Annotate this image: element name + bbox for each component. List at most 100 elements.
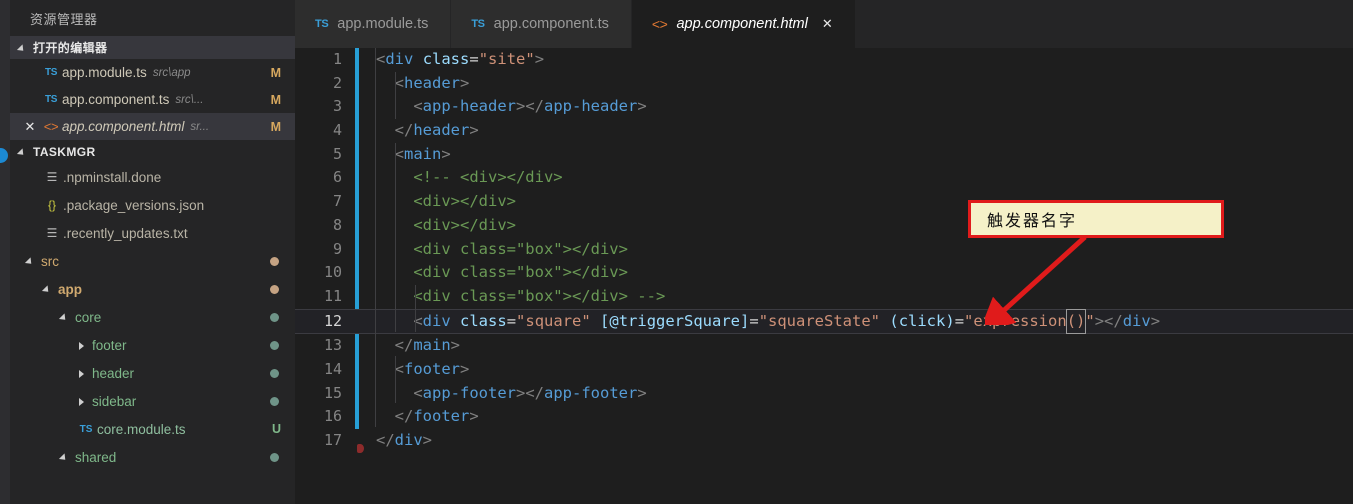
status-dot xyxy=(270,256,279,266)
line-number: 16 xyxy=(323,407,342,426)
status-badge: M xyxy=(270,65,281,80)
code-token: > xyxy=(469,121,479,140)
code-token: [@triggerSquare] xyxy=(600,311,750,330)
chevron-down-icon[interactable] xyxy=(24,254,38,268)
editor-area: TS app.module.ts TS app.component.ts <> app.c… xyxy=(295,0,1353,504)
tree-row[interactable]: TS core.module.ts U xyxy=(10,415,295,443)
code-token: <div class="box"></div> xyxy=(376,239,628,258)
code-line-text: <div class="box"></div> --> xyxy=(366,285,665,309)
indent-guide xyxy=(415,285,416,333)
code-line[interactable]: 10 <div class="box"></div> xyxy=(295,261,1353,285)
code-token: <div></div> xyxy=(376,192,516,211)
code-token: <!-- <div></div> xyxy=(376,168,563,187)
indent-guide xyxy=(395,71,396,120)
tree-row[interactable]: ☰ .recently_updates.txt xyxy=(10,219,295,247)
line-number: 17 xyxy=(323,431,342,449)
close-icon[interactable]: ✕ xyxy=(822,16,833,32)
tree-row[interactable]: ☰ .npminstall.done xyxy=(10,163,295,191)
line-number: 6 xyxy=(332,168,342,187)
chevron-down-icon xyxy=(16,145,30,159)
status-dot xyxy=(270,368,279,378)
open-editor-name: app.component.ts xyxy=(62,92,170,107)
chevron-down-icon[interactable] xyxy=(58,450,72,464)
code-token: header xyxy=(404,73,460,92)
chevron-down-icon[interactable] xyxy=(41,282,55,296)
ts-file-icon: TS xyxy=(45,67,57,78)
open-editor-name: app.component.html xyxy=(62,119,185,134)
code-line[interactable]: 11 <div class="box"></div> --> xyxy=(295,285,1353,309)
code-line-active[interactable]: 12 <div class="square" [@triggerSquare]=… xyxy=(295,308,1353,335)
editor-tab-label: app.module.ts xyxy=(337,16,429,32)
line-number: 11 xyxy=(323,286,342,305)
code-line[interactable]: 1 <div class="site"> xyxy=(295,48,1353,72)
json-file-icon: {} xyxy=(47,198,56,212)
code-line-text: <div class="box"></div> xyxy=(366,261,628,285)
chevron-right-icon[interactable] xyxy=(75,366,89,380)
code-editor[interactable]: 1 <div class="site"> 2 <header> 3 <app-head… xyxy=(295,48,1353,504)
tree-row-label: core.module.ts xyxy=(97,421,186,437)
code-line[interactable]: 2 <header> xyxy=(295,72,1353,96)
code-line[interactable]: 15 <app-footer></app-footer> xyxy=(295,382,1353,406)
code-line[interactable]: 16 </footer> xyxy=(295,405,1353,429)
ts-file-icon: TS xyxy=(79,423,93,435)
code-token: <div></div> xyxy=(376,215,516,234)
code-line[interactable]: 5 <main> xyxy=(295,143,1353,167)
line-number: 3 xyxy=(332,97,342,116)
code-token: < xyxy=(376,383,423,402)
tree-row[interactable]: app xyxy=(10,275,295,303)
explorer-title: 资源管理器 xyxy=(30,11,98,27)
editor-tab-bar: TS app.module.ts TS app.component.ts <> app.c… xyxy=(295,0,1353,48)
line-number: 4 xyxy=(332,121,342,140)
tree-row[interactable]: footer xyxy=(10,331,295,359)
open-editors-label: 打开的编辑器 xyxy=(33,41,108,55)
code-line-text: <div></div> xyxy=(366,214,516,238)
open-editor-row[interactable]: TS app.component.ts src\... M xyxy=(10,86,295,113)
editor-tab[interactable]: TS app.component.ts xyxy=(451,0,632,48)
code-line-text: </footer> xyxy=(366,405,479,429)
code-line[interactable]: 13 </main> xyxy=(295,334,1353,358)
chevron-right-icon[interactable] xyxy=(75,394,89,408)
code-token: > xyxy=(637,383,647,402)
tree-row[interactable]: sidebar xyxy=(10,387,295,415)
code-line-text: <header> xyxy=(366,72,470,96)
open-editor-row[interactable]: ✕ <> app.component.html sr... M xyxy=(10,113,295,140)
tree-row-label: src xyxy=(41,253,59,269)
tree-row[interactable]: core xyxy=(10,303,295,331)
status-dot xyxy=(270,284,279,294)
notification-badge[interactable] xyxy=(0,148,8,163)
text-cursor-selection: () xyxy=(1065,308,1087,335)
tree-row[interactable]: header xyxy=(10,359,295,387)
code-line-text: <div class="site"> xyxy=(366,48,544,72)
code-line-text: <main> xyxy=(366,143,451,167)
code-line[interactable]: 14 <footer> xyxy=(295,358,1353,382)
open-editor-row[interactable]: TS app.module.ts src\app M xyxy=(10,59,295,86)
code-line[interactable]: 6 <!-- <div></div> xyxy=(295,166,1353,190)
code-line-text: <app-header></app-header> xyxy=(366,95,647,119)
code-token: = xyxy=(954,311,965,330)
tree-row[interactable]: shared xyxy=(10,443,295,471)
code-token: </ xyxy=(376,121,414,140)
editor-tab[interactable]: TS app.module.ts xyxy=(295,0,452,48)
close-icon[interactable]: ✕ xyxy=(20,120,40,133)
code-token: <div class="box"></div> xyxy=(376,263,628,282)
code-line[interactable]: 17 </div> xyxy=(295,429,1353,453)
status-dot xyxy=(270,396,279,406)
line-number: 12 xyxy=(323,311,342,330)
tree-row[interactable]: {} .package_versions.json xyxy=(10,191,295,219)
code-line[interactable]: 4 </header> xyxy=(295,119,1353,143)
code-line[interactable]: 3 <app-header></app-header> xyxy=(295,95,1353,119)
ts-file-icon: TS xyxy=(471,18,485,30)
open-editors-header[interactable]: 打开的编辑器 xyxy=(10,36,295,59)
editor-tab[interactable]: <> app.component.html ✕ xyxy=(631,0,856,48)
workspace-header[interactable]: TASKMGR xyxy=(10,140,295,163)
tree-row[interactable]: src xyxy=(10,247,295,275)
code-token: div xyxy=(385,50,414,68)
chevron-down-icon[interactable] xyxy=(58,310,72,324)
txt-file-icon: ☰ xyxy=(46,170,58,184)
code-line[interactable]: 9 <div class="box"></div> xyxy=(295,238,1353,262)
code-token: </ xyxy=(376,336,414,355)
chevron-right-icon[interactable] xyxy=(75,338,89,352)
code-token: > xyxy=(637,97,647,116)
open-editor-path: src\... xyxy=(175,93,204,106)
